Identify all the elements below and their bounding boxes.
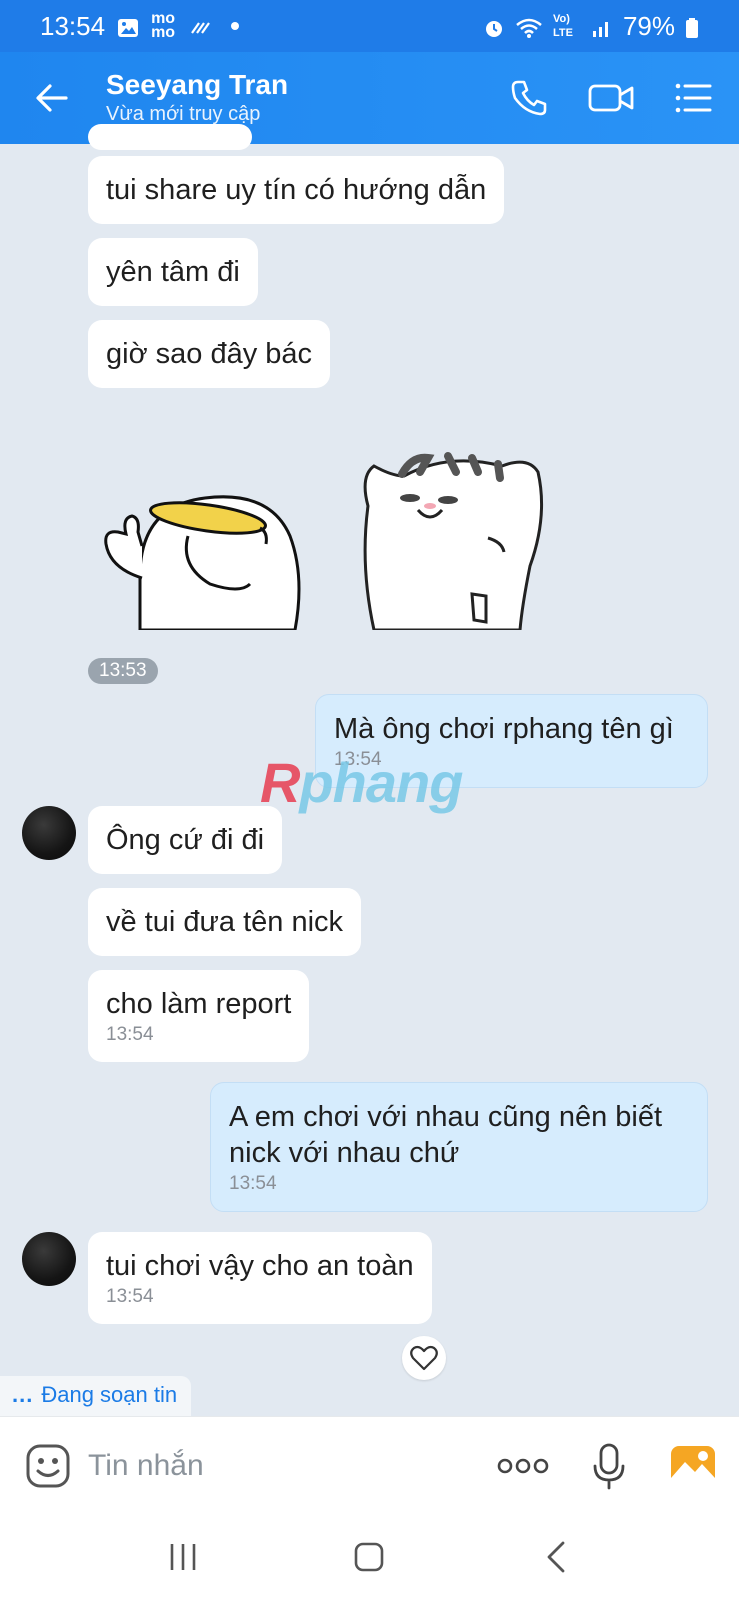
image-gallery-icon (671, 1445, 715, 1486)
wifi-icon (515, 15, 543, 38)
system-nav-bar (0, 1514, 739, 1600)
contact-name: Seeyang Tran (106, 69, 289, 100)
momo-icon: mo mo (151, 10, 176, 41)
menu-button[interactable] (669, 74, 717, 122)
battery-percent: 79% (622, 10, 675, 41)
recent-apps-icon (170, 1544, 196, 1570)
watermark-logo: Rphang (260, 750, 463, 815)
watermark-r: R (260, 751, 300, 814)
video-call-button[interactable] (587, 74, 635, 122)
more-options-button[interactable] (497, 1442, 549, 1490)
message-bubble-in[interactable]: Ông cứ đi đi (88, 806, 283, 874)
nav-back-button[interactable] (532, 1533, 580, 1581)
home-square-icon (355, 1542, 384, 1572)
gallery-button[interactable] (669, 1442, 717, 1490)
sticker-ghost[interactable] (100, 466, 310, 632)
message-text: cho làm report (106, 988, 292, 1020)
typing-indicator: ... Đang soạn tin (0, 1376, 192, 1416)
message-bubble-in[interactable]: tui chơi vậy cho an toàn 13:54 (88, 1232, 432, 1324)
message-bubble-in[interactable]: yên tâm đi (88, 238, 258, 306)
message-text: Mà ông chơi rphang tên gì (334, 713, 674, 745)
message-time: 13:54 (229, 1173, 277, 1194)
contact-avatar[interactable] (22, 806, 76, 860)
message-text: tui chơi vậy cho an toàn (106, 1250, 414, 1282)
message-bubble-in[interactable]: cho làm report 13:54 (88, 970, 310, 1062)
message-text-line2: nick với nhau chứ (229, 1137, 460, 1169)
message-bubble-in[interactable]: giờ sao đây bác (88, 320, 331, 388)
message-text: Ông cứ đi đi (106, 824, 265, 856)
heart-icon (410, 1345, 438, 1371)
typing-text: Đang soạn tin (41, 1382, 178, 1407)
sticker-timestamp: 13:53 (88, 658, 158, 684)
chevron-left-icon (547, 1541, 565, 1573)
home-button[interactable] (345, 1533, 393, 1581)
sticker-smiley-icon (26, 1444, 70, 1487)
chat-area[interactable]: tui share uy tín có hướng dẫn yên tâm đi… (0, 124, 739, 1416)
typing-dots-icon: ... (12, 1382, 34, 1407)
message-text: tui share uy tín có hướng dẫn (106, 174, 487, 206)
battery-icon (685, 15, 699, 38)
lte-label: Vo) LTE (552, 13, 573, 39)
phone-icon (511, 80, 547, 116)
message-time: 13:54 (106, 1286, 154, 1307)
message-bubble-in[interactable]: về tui đưa tên nick (88, 888, 362, 956)
composer-actions (497, 1442, 717, 1490)
status-left: 13:54 mo mo (40, 10, 240, 42)
header-actions (505, 74, 717, 122)
message-time: 13:54 (106, 1024, 154, 1045)
contact-avatar[interactable] (22, 1232, 76, 1286)
message-text: yên tâm đi (106, 256, 240, 288)
status-bar: 13:54 mo mo Vo) LTE 79% (0, 0, 739, 52)
message-bubble-out[interactable]: A em chơi với nhau cũng nên biết nick vớ… (210, 1082, 708, 1212)
voice-record-button[interactable] (589, 1442, 629, 1490)
emoji-button[interactable] (24, 1442, 72, 1490)
status-right: Vo) LTE 79% (483, 11, 699, 42)
signal-stripes-icon (189, 15, 211, 37)
list-menu-icon (675, 83, 712, 113)
message-text-line1: A em chơi với nhau cũng nên biết (229, 1101, 663, 1133)
watermark-rest: phang (299, 751, 463, 814)
message-bubble-partial[interactable] (88, 124, 252, 150)
microphone-icon (593, 1443, 625, 1489)
back-button[interactable] (24, 70, 80, 126)
message-text: giờ sao đây bác (106, 338, 313, 370)
arrow-left-icon (36, 84, 68, 112)
video-camera-icon (588, 84, 634, 112)
message-text: về tui đưa tên nick (106, 906, 344, 938)
react-heart-button[interactable] (402, 1336, 446, 1380)
recent-apps-button[interactable] (159, 1533, 207, 1581)
sticker-cat[interactable] (352, 446, 548, 632)
status-time: 13:54 (40, 10, 106, 41)
message-input[interactable]: Tin nhắn (88, 1449, 204, 1483)
alarm-icon (483, 15, 505, 37)
notification-dot-icon (231, 22, 240, 30)
gallery-icon (117, 15, 139, 37)
cell-signal-icon (591, 15, 613, 37)
contact-title[interactable]: Seeyang Tran Vừa mới truy cập (106, 69, 288, 127)
voice-call-button[interactable] (505, 74, 553, 122)
composer-bar: Tin nhắn (0, 1416, 739, 1514)
message-bubble-in[interactable]: tui share uy tín có hướng dẫn (88, 156, 505, 224)
more-dots-icon (497, 1458, 549, 1473)
